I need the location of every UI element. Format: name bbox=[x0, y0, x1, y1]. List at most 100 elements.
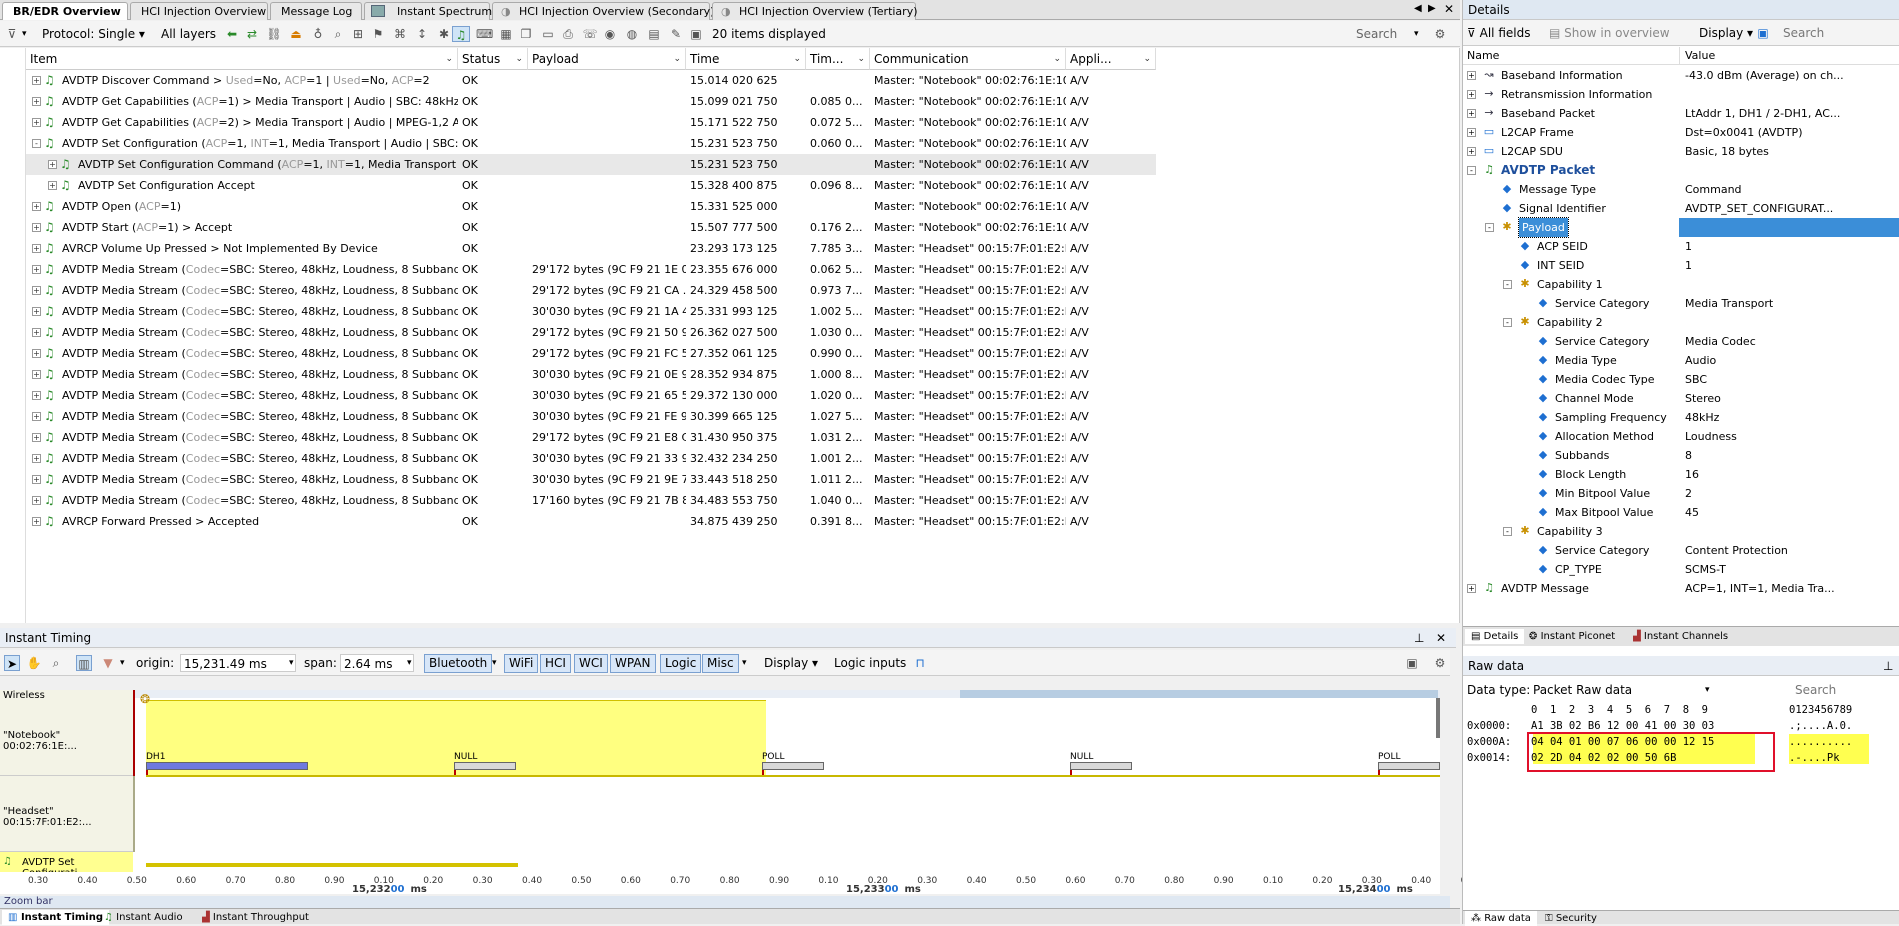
logic-inputs-button[interactable]: Logic inputs bbox=[834, 654, 906, 672]
split-icon[interactable]: ↕ bbox=[414, 26, 430, 42]
details-row[interactable]: ◆ CP_TYPE SCMS-T bbox=[1463, 560, 1899, 579]
details-row[interactable]: ◆ INT SEID 1 bbox=[1463, 256, 1899, 275]
details-row[interactable]: ◆ Sampling Frequency 48kHz bbox=[1463, 408, 1899, 427]
tab-instant-audio[interactable]: ♫ Instant Audio bbox=[98, 910, 189, 925]
filter-icon[interactable]: ⊽ bbox=[4, 26, 20, 42]
expander-icon[interactable]: + bbox=[32, 454, 41, 463]
details-row[interactable]: ◆ Service Category Media Transport bbox=[1463, 294, 1899, 313]
expander-icon[interactable]: + bbox=[1467, 71, 1476, 80]
more-icon[interactable]: ▣ bbox=[688, 26, 704, 42]
details-row[interactable]: ◆ Block Length 16 bbox=[1463, 465, 1899, 484]
tab-instant-spectrum[interactable]: Instant Spectrum bbox=[364, 2, 492, 20]
device-icon[interactable]: ▭ bbox=[540, 26, 556, 42]
table-row[interactable]: + ♫ AVRCP Volume Up Pressed > Not Implemen… bbox=[26, 238, 1156, 259]
keyboard-icon[interactable]: ⌨ bbox=[476, 26, 493, 42]
logic-wave-icon[interactable]: ⊓ bbox=[912, 655, 928, 671]
expander-icon[interactable]: - bbox=[1467, 166, 1476, 175]
expander-icon[interactable]: + bbox=[1467, 109, 1476, 118]
pin-icon[interactable]: ⊥ bbox=[1883, 656, 1893, 676]
span-input[interactable]: 2.64 ms bbox=[340, 654, 414, 672]
details-row[interactable]: - ✱ Capability 1 bbox=[1463, 275, 1899, 294]
table-row[interactable]: + ♫ AVDTP Media Stream (Codec=SBC: Stereo,… bbox=[26, 427, 1156, 448]
chip-bluetooth[interactable]: Bluetooth bbox=[424, 654, 493, 673]
expander-icon[interactable]: + bbox=[32, 202, 41, 211]
print-icon[interactable]: ⎙ bbox=[560, 26, 576, 42]
details-row[interactable]: + → Baseband Packet LtAddr 1, DH1 / 2-DH1, … bbox=[1463, 104, 1899, 123]
details-row[interactable]: ◆ ACP SEID 1 bbox=[1463, 237, 1899, 256]
span-dropdown-icon[interactable]: ▾ bbox=[407, 654, 412, 672]
table-row[interactable]: + ♫ AVDTP Media Stream (Codec=SBC: Stereo,… bbox=[26, 490, 1156, 511]
column-header-application[interactable]: Appli... ⌄ bbox=[1066, 48, 1156, 70]
sync-icon[interactable]: ⇄ bbox=[244, 26, 260, 42]
expander-icon[interactable]: + bbox=[1467, 584, 1476, 593]
zoom-bar[interactable]: Zoom bar bbox=[0, 896, 1450, 908]
details-row[interactable]: ◆ Media Codec Type SBC bbox=[1463, 370, 1899, 389]
expander-icon[interactable]: - bbox=[1503, 318, 1512, 327]
table-row[interactable]: + ♫ AVDTP Open (ACP=1) OK 15.331 525 000 Mast… bbox=[26, 196, 1156, 217]
packet-bar[interactable] bbox=[454, 762, 516, 770]
expander-icon[interactable]: + bbox=[32, 265, 41, 274]
details-row[interactable]: ◆ Subbands 8 bbox=[1463, 446, 1899, 465]
chip-wpan[interactable]: WPAN bbox=[610, 654, 656, 673]
details-row[interactable]: + ▭ L2CAP Frame Dst=0x0041 (AVDTP) bbox=[1463, 123, 1899, 142]
table-row[interactable]: + ♫ AVDTP Get Capabilities (ACP=2) > Media… bbox=[26, 112, 1156, 133]
hand-icon[interactable]: ✋ bbox=[26, 655, 42, 671]
search-dropdown-icon[interactable]: ▾ bbox=[1414, 25, 1419, 43]
phone-icon[interactable]: ☏ bbox=[582, 26, 598, 42]
table-row[interactable]: + ♫ AVDTP Get Capabilities (ACP=1) > Media… bbox=[26, 91, 1156, 112]
zoom-icon[interactable]: ⌕ bbox=[48, 655, 64, 671]
layers-dropdown[interactable]: All layers bbox=[161, 25, 216, 43]
expander-icon[interactable]: + bbox=[32, 391, 41, 400]
details-row[interactable]: ◆ Channel Mode Stereo bbox=[1463, 389, 1899, 408]
tab-scroll-right-icon[interactable]: ▶ bbox=[1428, 3, 1436, 14]
expander-icon[interactable]: + bbox=[48, 181, 57, 190]
table-row[interactable]: + ♫ AVRCP Forward Pressed > Accepted OK 34.8… bbox=[26, 511, 1156, 532]
marker-icon[interactable]: ▼ bbox=[100, 655, 116, 671]
tab-instant-throughput[interactable]: ▟ Instant Throughput bbox=[196, 910, 315, 925]
table-row[interactable]: + ♫ AVDTP Media Stream (Codec=SBC: Stereo,… bbox=[26, 448, 1156, 469]
tab-instant-channels[interactable]: ▟ Instant Channels bbox=[1627, 629, 1734, 644]
expander-icon[interactable]: + bbox=[32, 328, 41, 337]
tab-instant-timing[interactable]: ▥ Instant Timing bbox=[2, 910, 110, 925]
expander-icon[interactable]: + bbox=[32, 76, 41, 85]
column-header-time[interactable]: Time ⌄ bbox=[686, 48, 806, 70]
expander-icon[interactable]: + bbox=[32, 433, 41, 442]
expander-icon[interactable]: + bbox=[32, 97, 41, 106]
all-fields-button[interactable]: ⊽ All fields bbox=[1467, 24, 1530, 42]
details-row[interactable]: - ♫ AVDTP Packet bbox=[1463, 161, 1899, 180]
expander-icon[interactable]: - bbox=[1503, 527, 1512, 536]
packet-bar[interactable] bbox=[146, 762, 308, 770]
details-row[interactable]: ◆ Service Category Media Codec bbox=[1463, 332, 1899, 351]
expander-icon[interactable]: + bbox=[1467, 128, 1476, 137]
bluetooth-dropdown-icon[interactable]: ▾ bbox=[492, 654, 497, 672]
table-row[interactable]: + ♫ AVDTP Start (ACP=1) > Accept OK 15.507 7… bbox=[26, 217, 1156, 238]
dropdown-icon[interactable]: ▾ bbox=[120, 654, 125, 672]
details-row[interactable]: + ↝ Baseband Information -43.0 dBm (Average… bbox=[1463, 66, 1899, 85]
link-icon[interactable]: ⛓ bbox=[266, 26, 282, 42]
table-row[interactable]: + ♫ AVDTP Media Stream (Codec=SBC: Stereo,… bbox=[26, 322, 1156, 343]
expander-icon[interactable]: + bbox=[32, 286, 41, 295]
bulb-icon[interactable]: ♁ bbox=[310, 26, 326, 42]
expander-icon[interactable]: + bbox=[32, 517, 41, 526]
expander-icon[interactable]: + bbox=[48, 160, 57, 169]
expander-icon[interactable]: + bbox=[32, 496, 41, 505]
chip-wci[interactable]: WCI bbox=[574, 654, 608, 673]
display-dropdown[interactable]: Display ▾ bbox=[1699, 24, 1753, 42]
tab-instant-piconet[interactable]: ❂ Instant Piconet bbox=[1523, 629, 1621, 644]
export-icon[interactable]: ▣ bbox=[1404, 655, 1420, 671]
tab-scroll-left-icon[interactable]: ◀ bbox=[1414, 3, 1422, 14]
copy-icon[interactable]: ❐ bbox=[518, 26, 534, 42]
save-icon[interactable]: ▣ bbox=[1755, 25, 1771, 41]
table-row[interactable]: + ♫ AVDTP Media Stream (Codec=SBC: Stereo,… bbox=[26, 259, 1156, 280]
show-in-overview-button[interactable]: ▤ Show in overview bbox=[1549, 24, 1670, 42]
overview-window[interactable] bbox=[960, 690, 1438, 698]
close-icon[interactable]: ✕ bbox=[1444, 2, 1454, 16]
expander-icon[interactable]: + bbox=[32, 370, 41, 379]
details-row[interactable]: - ✱ Payload bbox=[1463, 217, 1899, 238]
column-header-item[interactable]: Item ⌄ bbox=[26, 48, 458, 70]
origin-dropdown-icon[interactable]: ▾ bbox=[289, 654, 294, 672]
origin-input[interactable]: 15,231.49 ms bbox=[180, 654, 296, 672]
table-row[interactable]: + ♫ AVDTP Media Stream (Codec=SBC: Stereo,… bbox=[26, 364, 1156, 385]
details-row[interactable]: ◆ Signal Identifier AVDTP_SET_CONFIGURAT..… bbox=[1463, 199, 1899, 218]
table-row[interactable]: - ♫ AVDTP Set Configuration (ACP=1, INT=1,… bbox=[26, 133, 1156, 154]
